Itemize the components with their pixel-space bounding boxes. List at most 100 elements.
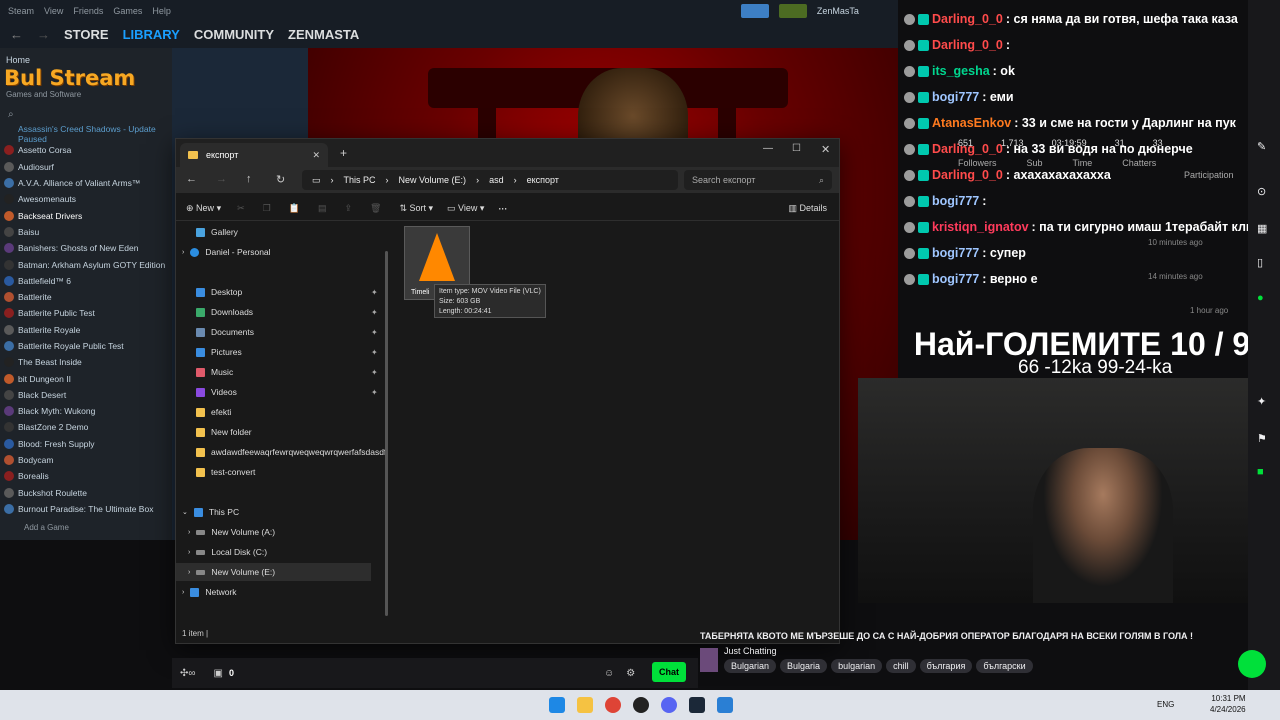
app-icon[interactable] bbox=[717, 697, 733, 713]
details-button[interactable]: ▥ Details bbox=[788, 203, 827, 214]
nav-quick-item[interactable]: Documents ✦ bbox=[196, 323, 378, 341]
menu-steam[interactable]: Steam bbox=[8, 6, 34, 16]
gift-icon[interactable]: ▣ bbox=[214, 668, 223, 679]
pin-icon[interactable]: ✦ bbox=[371, 368, 378, 377]
chat-username[interactable]: bogi777 bbox=[932, 90, 979, 104]
game-list-item[interactable]: A.V.A. Alliance of Valiant Arms™ bbox=[0, 175, 172, 191]
nav-quick-item[interactable]: New folder bbox=[196, 423, 252, 441]
forward-icon[interactable]: → bbox=[216, 173, 227, 185]
maximize-icon[interactable]: ☐ bbox=[792, 143, 801, 154]
game-list-item[interactable]: bit Dungeon II bbox=[0, 370, 172, 386]
expand-icon[interactable]: › bbox=[188, 549, 190, 556]
nav-this-pc[interactable]: ⌄ This PC bbox=[182, 503, 239, 521]
game-list-item[interactable]: Battlerite bbox=[0, 289, 172, 305]
nav-quick-item[interactable]: Downloads ✦ bbox=[196, 303, 378, 321]
breadcrumb-this-pc[interactable]: This PC bbox=[344, 175, 376, 185]
game-list-item[interactable]: Battlefield™ 6 bbox=[0, 273, 172, 289]
support-icon[interactable] bbox=[1238, 650, 1266, 678]
expand-icon[interactable]: › bbox=[188, 569, 190, 576]
game-list-item[interactable]: Bodycam bbox=[0, 452, 172, 468]
nav-profile[interactable]: ZENMASTA bbox=[288, 27, 359, 42]
game-list-item[interactable]: Buckshot Roulette bbox=[0, 485, 172, 501]
game-list-item[interactable]: The Beast Inside bbox=[0, 354, 172, 370]
chat-username[interactable]: kristiqn_ignatov bbox=[932, 220, 1029, 234]
chat-icon[interactable]: ● bbox=[1257, 292, 1269, 304]
stream-tag[interactable]: Bulgarian bbox=[724, 659, 777, 673]
windows-start-icon[interactable] bbox=[549, 697, 565, 713]
pin-icon[interactable]: ✦ bbox=[371, 348, 378, 357]
discord-icon[interactable] bbox=[661, 697, 677, 713]
stream-tag[interactable]: Bulgaria bbox=[780, 659, 828, 673]
target-icon[interactable]: ⊙ bbox=[1257, 185, 1269, 198]
cut-icon[interactable]: ✂ bbox=[237, 203, 245, 214]
address-bar[interactable]: ▭ › This PC › New Volume (E:) › asd › ек… bbox=[302, 170, 678, 190]
delete-icon[interactable]: 🗑 bbox=[370, 203, 381, 214]
chrome-icon[interactable] bbox=[605, 697, 621, 713]
sort-button[interactable]: ⇅ Sort ▾ bbox=[399, 203, 433, 214]
wrench-icon[interactable]: ✦ bbox=[1257, 395, 1269, 408]
game-list-item[interactable]: Baisu bbox=[0, 224, 172, 240]
nav-onedrive[interactable]: › Daniel - Personal bbox=[182, 243, 271, 261]
expand-icon[interactable]: › bbox=[188, 529, 190, 536]
game-list-item[interactable]: Backseat Drivers bbox=[0, 207, 172, 223]
share-icon[interactable]: ⇪ bbox=[344, 203, 352, 214]
nav-quick-item[interactable]: awdawdfeewaqrfewrqweqweqwrqwerfafsdasdf bbox=[196, 443, 386, 461]
breadcrumb-volume[interactable]: New Volume (E:) bbox=[399, 175, 467, 185]
channel-points-icon[interactable]: ✣∞ bbox=[180, 668, 196, 679]
collapse-icon[interactable]: ⌄ bbox=[182, 508, 188, 516]
nav-quick-item[interactable]: test-convert bbox=[196, 463, 255, 481]
chat-username[interactable]: AtanasEnkov bbox=[932, 116, 1011, 130]
new-button[interactable]: ⊕ New ▾ bbox=[186, 203, 221, 214]
announce-icon[interactable] bbox=[740, 4, 769, 18]
search-input[interactable]: Search експорт ⌕ bbox=[684, 170, 832, 190]
chat-username[interactable]: Darling_0_0 bbox=[932, 12, 1003, 26]
edit-icon[interactable]: ✎ bbox=[1257, 140, 1269, 153]
back-icon[interactable]: ← bbox=[10, 27, 23, 42]
menu-view[interactable]: View bbox=[44, 6, 63, 16]
pin-icon[interactable]: ✦ bbox=[371, 308, 378, 317]
game-list-item[interactable]: Blood: Fresh Supply bbox=[0, 436, 172, 452]
grid-icon[interactable]: ▦ bbox=[1257, 222, 1269, 235]
stream-tag[interactable]: български bbox=[976, 659, 1033, 673]
nav-network[interactable]: › Network bbox=[182, 583, 237, 601]
nav-drive[interactable]: › New Volume (A:) bbox=[188, 523, 275, 541]
phone-icon[interactable]: ▯ bbox=[1257, 256, 1269, 269]
stream-tag[interactable]: bulgarian bbox=[831, 659, 883, 673]
expand-icon[interactable]: › bbox=[182, 589, 184, 596]
pin-icon[interactable]: ✦ bbox=[371, 288, 378, 297]
obs-icon[interactable] bbox=[633, 697, 649, 713]
close-tab-icon[interactable]: ✕ bbox=[312, 150, 320, 161]
game-list-item[interactable]: Battlerite Royale Public Test bbox=[0, 338, 172, 354]
expand-icon[interactable]: › bbox=[182, 249, 184, 256]
game-list-item[interactable]: Batman: Arkham Asylum GOTY Edition bbox=[0, 256, 172, 272]
game-updating[interactable]: Assassin's Creed Shadows - Update Paused bbox=[0, 124, 172, 144]
nav-quick-item[interactable]: Desktop ✦ bbox=[196, 283, 378, 301]
system-clock[interactable]: 10:31 PM 4/24/2026 bbox=[1210, 693, 1246, 715]
search-icon[interactable]: ⌕ bbox=[0, 103, 172, 126]
file-explorer-icon[interactable] bbox=[577, 697, 593, 713]
minimize-icon[interactable]: — bbox=[763, 143, 773, 154]
chat-username[interactable]: bogi777 bbox=[932, 246, 979, 260]
new-tab-icon[interactable]: + bbox=[340, 146, 347, 160]
nav-scrollbar[interactable] bbox=[385, 251, 388, 616]
chat-username[interactable]: Darling_0_0 bbox=[932, 38, 1003, 52]
more-options-icon[interactable]: ··· bbox=[498, 204, 507, 214]
explorer-tab[interactable]: експорт ✕ bbox=[180, 143, 328, 167]
nav-drive[interactable]: › Local Disk (C:) bbox=[188, 543, 267, 561]
game-list-item[interactable]: Black Myth: Wukong bbox=[0, 403, 172, 419]
menu-friends[interactable]: Friends bbox=[73, 6, 103, 16]
up-icon[interactable]: ↑ bbox=[246, 173, 252, 185]
breadcrumb-asd[interactable]: asd bbox=[489, 175, 504, 185]
chat-username[interactable]: bogi777 bbox=[932, 194, 979, 208]
pin-icon[interactable]: ✦ bbox=[371, 328, 378, 337]
copy-icon[interactable]: ❐ bbox=[263, 203, 271, 214]
add-game-button[interactable]: Add a Game bbox=[0, 517, 172, 538]
steam-username[interactable]: ZenMasTa bbox=[817, 6, 859, 16]
category-name[interactable]: Just Chatting bbox=[724, 646, 1037, 656]
menu-help[interactable]: Help bbox=[152, 6, 171, 16]
paste-icon[interactable]: 📋 bbox=[289, 203, 300, 214]
chat-username[interactable]: bogi777 bbox=[932, 272, 979, 286]
back-icon[interactable]: ← bbox=[186, 173, 197, 185]
plugin-icon[interactable]: ■ bbox=[1257, 466, 1269, 478]
steam-icon[interactable] bbox=[689, 697, 705, 713]
